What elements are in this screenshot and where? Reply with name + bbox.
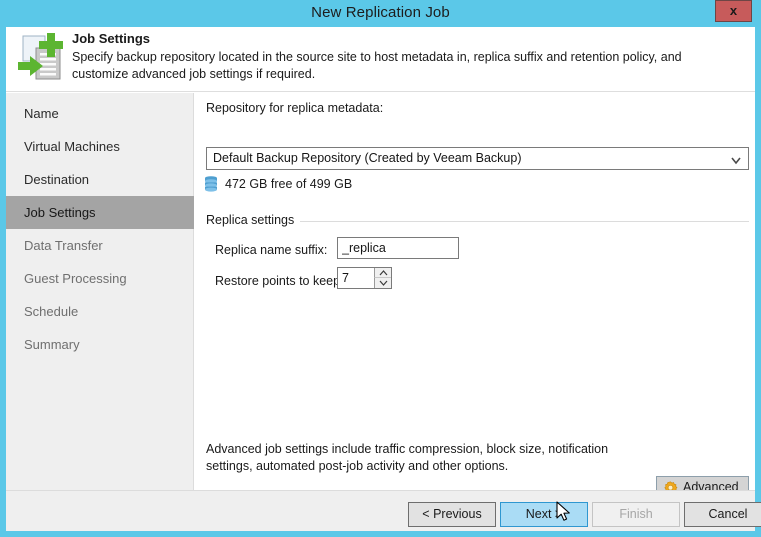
dialog-client-area: Job Settings Specify backup repository l… — [6, 27, 755, 531]
repository-free-space: 472 GB free of 499 GB — [225, 177, 352, 191]
restore-points-label: Restore points to keep: — [215, 274, 344, 288]
sidebar-item-schedule[interactable]: Schedule — [6, 295, 194, 328]
dialog-footer: < Previous Next > Finish Cancel — [6, 490, 755, 531]
sidebar-item-guest-processing[interactable]: Guest Processing — [6, 262, 194, 295]
next-button[interactable]: Next > — [500, 502, 588, 527]
dialog-window: New Replication Job x — [0, 0, 761, 537]
stepper-down-icon[interactable] — [374, 278, 391, 288]
dialog-header-banner: Job Settings Specify backup repository l… — [6, 27, 755, 92]
repository-label: Repository for replica metadata: — [206, 101, 383, 115]
advanced-settings-description: Advanced job settings include traffic co… — [206, 441, 646, 475]
finish-button: Finish — [592, 502, 680, 527]
chevron-down-icon — [729, 153, 743, 167]
repository-dropdown[interactable]: Default Backup Repository (Created by Ve… — [206, 147, 749, 170]
sidebar-item-name[interactable]: Name — [6, 97, 194, 130]
restore-points-input[interactable] — [338, 268, 374, 288]
replica-suffix-label: Replica name suffix: — [215, 243, 327, 257]
sidebar-item-summary[interactable]: Summary — [6, 328, 194, 361]
close-button[interactable]: x — [715, 0, 752, 22]
previous-button[interactable]: < Previous — [408, 502, 496, 527]
restore-points-stepper[interactable] — [337, 267, 392, 289]
window-title: New Replication Job — [0, 4, 761, 21]
title-bar: New Replication Job x — [0, 0, 761, 27]
content-pane: Repository for replica metadata: Default… — [195, 93, 755, 490]
sidebar-item-job-settings[interactable]: Job Settings — [6, 196, 194, 229]
banner-description: Specify backup repository located in the… — [72, 49, 737, 83]
banner-title: Job Settings — [72, 31, 150, 46]
cancel-button[interactable]: Cancel — [684, 502, 761, 527]
wizard-step-sidebar: Name Virtual Machines Destination Job Se… — [6, 93, 194, 490]
sidebar-item-virtual-machines[interactable]: Virtual Machines — [6, 130, 194, 163]
job-settings-icon — [16, 32, 74, 87]
replica-settings-group-title: Replica settings — [206, 213, 300, 227]
stepper-up-icon[interactable] — [374, 268, 391, 278]
replica-suffix-input[interactable] — [337, 237, 459, 259]
sidebar-item-destination[interactable]: Destination — [6, 163, 194, 196]
repository-dropdown-value: Default Backup Repository (Created by Ve… — [213, 151, 522, 165]
sidebar-item-data-transfer[interactable]: Data Transfer — [6, 229, 194, 262]
repository-disk-icon — [204, 176, 218, 193]
